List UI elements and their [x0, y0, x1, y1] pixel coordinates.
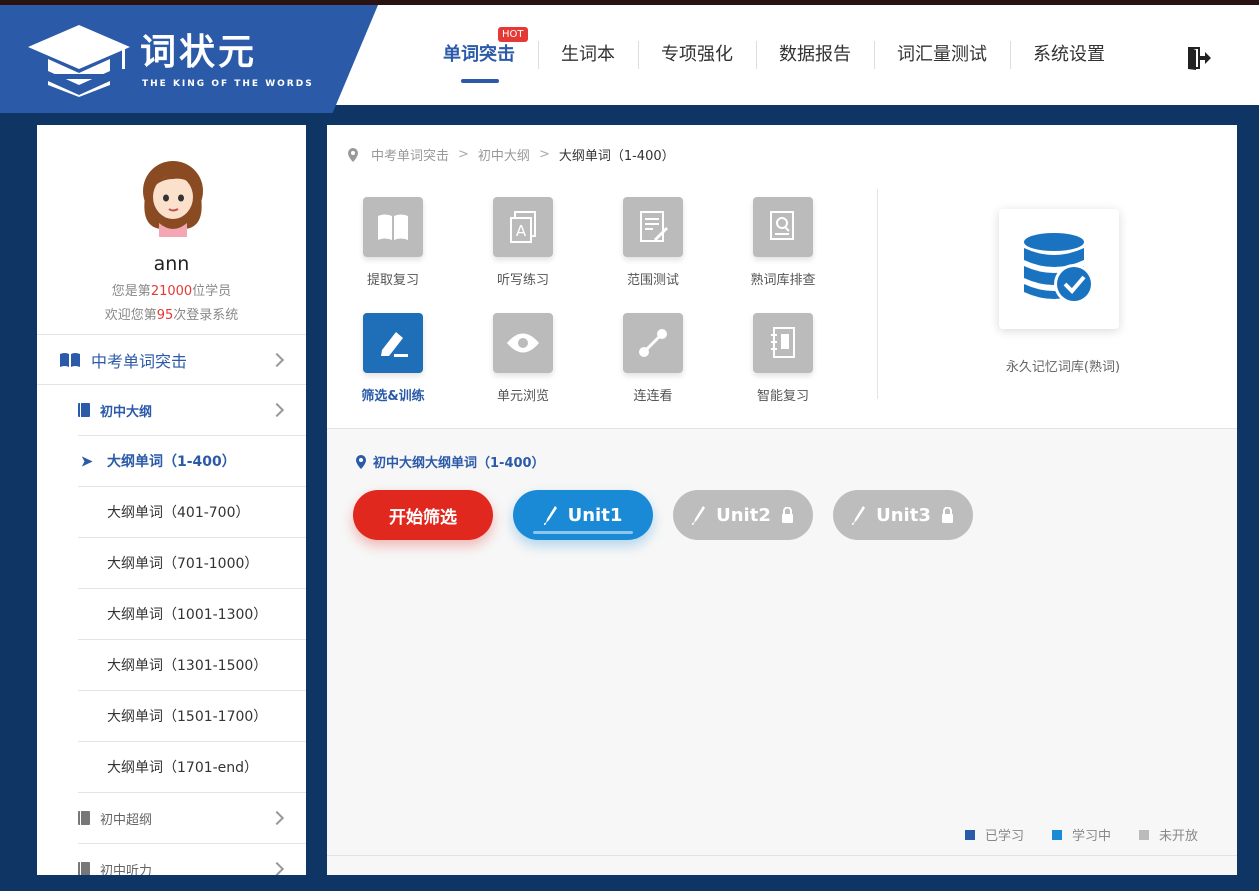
open-book-icon — [60, 352, 80, 367]
nav-special-training[interactable]: 专项强化 — [638, 35, 756, 75]
active-arrow-icon: ➤ — [80, 451, 94, 471]
divider — [327, 855, 1237, 856]
chevron-right-icon — [269, 402, 285, 418]
exit-icon[interactable] — [1185, 45, 1211, 71]
test-paper-icon — [640, 211, 668, 242]
unit-section-title: 初中大纲大纲单词（1-400） — [355, 452, 545, 471]
sidebar-item-zhongkao[interactable]: 中考单词突击 — [37, 334, 306, 385]
book-open-icon — [378, 214, 408, 240]
breadcrumb-item[interactable]: 初中大纲 — [478, 145, 530, 164]
sidebar-item-words-7[interactable]: 大纲单词（1701-end） — [78, 742, 306, 793]
chevron-right-icon — [269, 810, 285, 826]
pen-icon — [543, 506, 557, 525]
tool-extract-review[interactable]: 提取复习 — [341, 197, 445, 288]
nav-settings[interactable]: 系统设置 — [1010, 35, 1128, 75]
hot-badge: HOT — [498, 27, 528, 42]
nav-vocab-test[interactable]: 词汇量测试 — [874, 35, 1010, 75]
tool-match-game[interactable]: 连连看 — [601, 313, 705, 404]
sidebar-item-words-6[interactable]: 大纲单词（1501-1700） — [78, 691, 306, 742]
nav-vocab-book[interactable]: 生词本 — [538, 35, 638, 75]
sidebar-item-words-3[interactable]: 大纲单词（701-1000） — [78, 538, 306, 589]
sidebar-item-words-1[interactable]: ➤ 大纲单词（1-400） — [78, 436, 306, 487]
tool-unit-browse[interactable]: 单元浏览 — [471, 313, 575, 404]
sidebar-item-words-2[interactable]: 大纲单词（401-700） — [78, 487, 306, 538]
sidebar-item-label: 中考单词突击 — [91, 351, 188, 371]
unit-button-2[interactable]: Unit2 — [673, 490, 813, 540]
sidebar-item-words-5[interactable]: 大纲单词（1301-1500） — [78, 640, 306, 691]
location-pin-icon — [356, 454, 366, 469]
nav-data-report[interactable]: 数据报告 — [756, 35, 874, 75]
book-icon — [78, 862, 90, 875]
tool-filter-train[interactable]: 筛选&训练 — [341, 313, 445, 404]
logo-title: 词状元 — [140, 32, 258, 73]
book-icon — [78, 403, 90, 417]
sidebar-section-outline[interactable]: 初中大纲 — [78, 385, 306, 436]
tool-known-words-check[interactable]: 熟词库排查 — [731, 197, 835, 288]
unit-button-1[interactable]: Unit1 — [513, 490, 653, 540]
vocab-db-label: 永久记忆词库(熟词) — [1005, 360, 1121, 375]
pen-icon — [692, 506, 706, 525]
divider — [877, 189, 878, 399]
sidebar-section-listening[interactable]: 初中听力 — [78, 844, 306, 875]
start-filter-button[interactable]: 开始筛选 — [353, 490, 493, 540]
chevron-right-icon — [269, 861, 285, 875]
header: 词状元 THE KING OF THE WORDS 单词突击 生词本 专项强化 … — [0, 5, 1259, 113]
letter-card-icon: A — [510, 211, 536, 243]
database-check-icon — [1024, 233, 1094, 304]
login-count-text: 欢迎您第95次登录系统 — [104, 308, 239, 323]
sidebar-item-words-4[interactable]: 大纲单词（1001-1300） — [78, 589, 306, 640]
notebook-icon — [771, 327, 795, 358]
logo-subtitle: THE KING OF THE WORDS — [142, 79, 314, 89]
vocab-db-card[interactable] — [999, 209, 1119, 329]
logo[interactable]: 词状元 THE KING OF THE WORDS — [0, 5, 378, 113]
main-panel: 中考单词突击 > 初中大纲 > 大纲单词（1-400） 提取复习 A 听写练习 … — [327, 125, 1237, 875]
chevron-right-icon: > — [538, 147, 550, 162]
chevron-right-icon: > — [458, 147, 469, 162]
sidebar: ann 您是第21000位学员 欢迎您第95次登录系统 中考单词突击 初中大纲 … — [37, 125, 306, 875]
graduation-cap-icon — [28, 25, 130, 97]
lock-icon — [941, 507, 953, 523]
rank-text: 您是第21000位学员 — [111, 284, 232, 299]
eye-icon — [507, 333, 539, 353]
tool-range-test[interactable]: 范围测试 — [601, 197, 705, 288]
progress-underline — [533, 531, 633, 534]
book-icon — [78, 811, 90, 825]
svg-text:A: A — [516, 222, 527, 240]
tool-dictation[interactable]: A 听写练习 — [471, 197, 575, 288]
link-icon — [639, 329, 667, 357]
sidebar-menu: 中考单词突击 初中大纲 ➤ 大纲单词（1-400） 大纲单词（401-700） … — [37, 334, 306, 875]
sidebar-section-beyond[interactable]: 初中超纲 — [78, 793, 306, 844]
location-pin-icon — [348, 147, 358, 162]
breadcrumb-item[interactable]: 中考单词突击 — [371, 145, 449, 164]
search-doc-icon — [770, 211, 794, 240]
legend-learned: 已学习 — [965, 825, 1024, 844]
chevron-right-icon — [269, 352, 285, 367]
pencil-icon — [381, 332, 408, 357]
tools-panel: 中考单词突击 > 初中大纲 > 大纲单词（1-400） 提取复习 A 听写练习 … — [327, 125, 1237, 429]
username: ann — [153, 253, 190, 275]
pen-icon — [852, 506, 866, 525]
legend-locked: 未开放 — [1139, 825, 1198, 844]
avatar — [143, 161, 203, 237]
unit-button-3[interactable]: Unit3 — [833, 490, 973, 540]
status-legend: 已学习 学习中 未开放 — [965, 825, 1226, 844]
lock-icon — [781, 507, 793, 523]
legend-learning: 学习中 — [1052, 825, 1111, 844]
breadcrumb: 中考单词突击 > 初中大纲 > 大纲单词（1-400） — [347, 145, 675, 164]
breadcrumb-current: 大纲单词（1-400） — [558, 149, 675, 164]
tool-smart-review[interactable]: 智能复习 — [731, 313, 835, 404]
